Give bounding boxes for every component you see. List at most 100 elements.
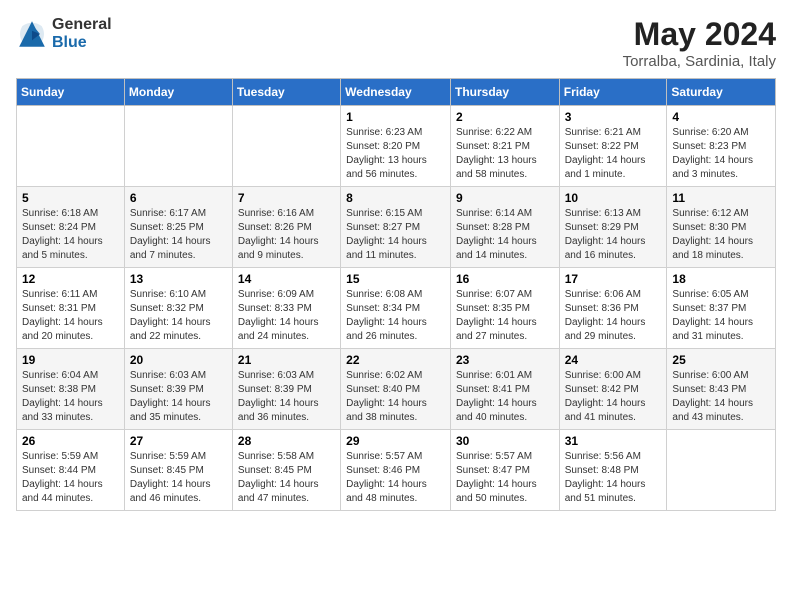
cell-info: Sunrise: 6:04 AM Sunset: 8:38 PM Dayligh… [22, 369, 119, 425]
calendar-cell [232, 106, 340, 187]
sunset: Sunset: 8:45 PM [238, 465, 312, 476]
sunrise: Sunrise: 6:23 AM [346, 127, 422, 138]
sunrise: Sunrise: 6:03 AM [130, 370, 206, 381]
daylight: Daylight: 14 hours and 16 minutes. [565, 236, 646, 261]
location: Torralba, Sardinia, Italy [623, 53, 776, 70]
day-number: 4 [672, 110, 770, 124]
sunset: Sunset: 8:36 PM [565, 303, 639, 314]
sunset: Sunset: 8:47 PM [456, 465, 530, 476]
header-saturday: Saturday [667, 79, 776, 106]
sunrise: Sunrise: 6:15 AM [346, 208, 422, 219]
day-number: 26 [22, 434, 119, 448]
logo-text: General Blue [52, 16, 112, 51]
sunrise: Sunrise: 6:02 AM [346, 370, 422, 381]
day-number: 2 [456, 110, 554, 124]
logo-icon [16, 18, 48, 50]
sunset: Sunset: 8:40 PM [346, 384, 420, 395]
day-number: 31 [565, 434, 662, 448]
calendar-cell [17, 106, 125, 187]
header-friday: Friday [559, 79, 667, 106]
cell-info: Sunrise: 5:56 AM Sunset: 8:48 PM Dayligh… [565, 450, 662, 506]
daylight: Daylight: 14 hours and 33 minutes. [22, 398, 103, 423]
sunset: Sunset: 8:21 PM [456, 141, 530, 152]
sunset: Sunset: 8:29 PM [565, 222, 639, 233]
sunrise: Sunrise: 6:01 AM [456, 370, 532, 381]
cell-info: Sunrise: 6:18 AM Sunset: 8:24 PM Dayligh… [22, 207, 119, 263]
sunrise: Sunrise: 5:56 AM [565, 451, 641, 462]
day-number: 10 [565, 191, 662, 205]
sunset: Sunset: 8:39 PM [238, 384, 312, 395]
daylight: Daylight: 14 hours and 47 minutes. [238, 479, 319, 504]
sunset: Sunset: 8:39 PM [130, 384, 204, 395]
day-number: 11 [672, 191, 770, 205]
cell-info: Sunrise: 5:59 AM Sunset: 8:45 PM Dayligh… [130, 450, 227, 506]
sunset: Sunset: 8:41 PM [456, 384, 530, 395]
day-number: 22 [346, 353, 445, 367]
cell-info: Sunrise: 6:16 AM Sunset: 8:26 PM Dayligh… [238, 207, 335, 263]
sunrise: Sunrise: 6:16 AM [238, 208, 314, 219]
calendar-cell: 23 Sunrise: 6:01 AM Sunset: 8:41 PM Dayl… [450, 349, 559, 430]
daylight: Daylight: 14 hours and 51 minutes. [565, 479, 646, 504]
sunset: Sunset: 8:33 PM [238, 303, 312, 314]
logo-general: General [52, 16, 112, 34]
sunset: Sunset: 8:48 PM [565, 465, 639, 476]
daylight: Daylight: 13 hours and 56 minutes. [346, 155, 427, 180]
calendar-cell: 16 Sunrise: 6:07 AM Sunset: 8:35 PM Dayl… [450, 268, 559, 349]
sunset: Sunset: 8:20 PM [346, 141, 420, 152]
sunset: Sunset: 8:46 PM [346, 465, 420, 476]
calendar-cell: 24 Sunrise: 6:00 AM Sunset: 8:42 PM Dayl… [559, 349, 667, 430]
calendar-cell: 28 Sunrise: 5:58 AM Sunset: 8:45 PM Dayl… [232, 430, 340, 511]
daylight: Daylight: 14 hours and 24 minutes. [238, 317, 319, 342]
day-number: 9 [456, 191, 554, 205]
daylight: Daylight: 14 hours and 27 minutes. [456, 317, 537, 342]
day-number: 19 [22, 353, 119, 367]
cell-info: Sunrise: 5:57 AM Sunset: 8:46 PM Dayligh… [346, 450, 445, 506]
header-wednesday: Wednesday [341, 79, 451, 106]
sunset: Sunset: 8:38 PM [22, 384, 96, 395]
day-number: 30 [456, 434, 554, 448]
day-number: 1 [346, 110, 445, 124]
sunrise: Sunrise: 5:57 AM [456, 451, 532, 462]
calendar-cell: 31 Sunrise: 5:56 AM Sunset: 8:48 PM Dayl… [559, 430, 667, 511]
calendar-cell: 6 Sunrise: 6:17 AM Sunset: 8:25 PM Dayli… [124, 187, 232, 268]
calendar-cell: 14 Sunrise: 6:09 AM Sunset: 8:33 PM Dayl… [232, 268, 340, 349]
cell-info: Sunrise: 6:05 AM Sunset: 8:37 PM Dayligh… [672, 288, 770, 344]
cell-info: Sunrise: 6:21 AM Sunset: 8:22 PM Dayligh… [565, 126, 662, 182]
cell-info: Sunrise: 6:07 AM Sunset: 8:35 PM Dayligh… [456, 288, 554, 344]
day-number: 6 [130, 191, 227, 205]
calendar-table: SundayMondayTuesdayWednesdayThursdayFrid… [16, 78, 776, 511]
day-number: 21 [238, 353, 335, 367]
day-number: 16 [456, 272, 554, 286]
sunrise: Sunrise: 6:05 AM [672, 289, 748, 300]
sunrise: Sunrise: 6:18 AM [22, 208, 98, 219]
cell-info: Sunrise: 6:13 AM Sunset: 8:29 PM Dayligh… [565, 207, 662, 263]
day-number: 7 [238, 191, 335, 205]
calendar-cell: 15 Sunrise: 6:08 AM Sunset: 8:34 PM Dayl… [341, 268, 451, 349]
calendar-header-row: SundayMondayTuesdayWednesdayThursdayFrid… [17, 79, 776, 106]
cell-info: Sunrise: 5:59 AM Sunset: 8:44 PM Dayligh… [22, 450, 119, 506]
cell-info: Sunrise: 6:14 AM Sunset: 8:28 PM Dayligh… [456, 207, 554, 263]
calendar-cell: 3 Sunrise: 6:21 AM Sunset: 8:22 PM Dayli… [559, 106, 667, 187]
cell-info: Sunrise: 6:17 AM Sunset: 8:25 PM Dayligh… [130, 207, 227, 263]
calendar-cell: 8 Sunrise: 6:15 AM Sunset: 8:27 PM Dayli… [341, 187, 451, 268]
sunrise: Sunrise: 6:09 AM [238, 289, 314, 300]
day-number: 17 [565, 272, 662, 286]
calendar-cell: 27 Sunrise: 5:59 AM Sunset: 8:45 PM Dayl… [124, 430, 232, 511]
sunrise: Sunrise: 6:04 AM [22, 370, 98, 381]
daylight: Daylight: 14 hours and 48 minutes. [346, 479, 427, 504]
sunset: Sunset: 8:44 PM [22, 465, 96, 476]
day-number: 8 [346, 191, 445, 205]
sunset: Sunset: 8:42 PM [565, 384, 639, 395]
calendar-cell: 21 Sunrise: 6:03 AM Sunset: 8:39 PM Dayl… [232, 349, 340, 430]
sunrise: Sunrise: 5:58 AM [238, 451, 314, 462]
calendar-cell: 17 Sunrise: 6:06 AM Sunset: 8:36 PM Dayl… [559, 268, 667, 349]
daylight: Daylight: 14 hours and 3 minutes. [672, 155, 753, 180]
logo-blue: Blue [52, 34, 112, 52]
sunrise: Sunrise: 6:13 AM [565, 208, 641, 219]
sunrise: Sunrise: 6:22 AM [456, 127, 532, 138]
daylight: Daylight: 14 hours and 9 minutes. [238, 236, 319, 261]
daylight: Daylight: 14 hours and 46 minutes. [130, 479, 211, 504]
cell-info: Sunrise: 6:11 AM Sunset: 8:31 PM Dayligh… [22, 288, 119, 344]
title-block: May 2024 Torralba, Sardinia, Italy [623, 16, 776, 70]
cell-info: Sunrise: 5:58 AM Sunset: 8:45 PM Dayligh… [238, 450, 335, 506]
